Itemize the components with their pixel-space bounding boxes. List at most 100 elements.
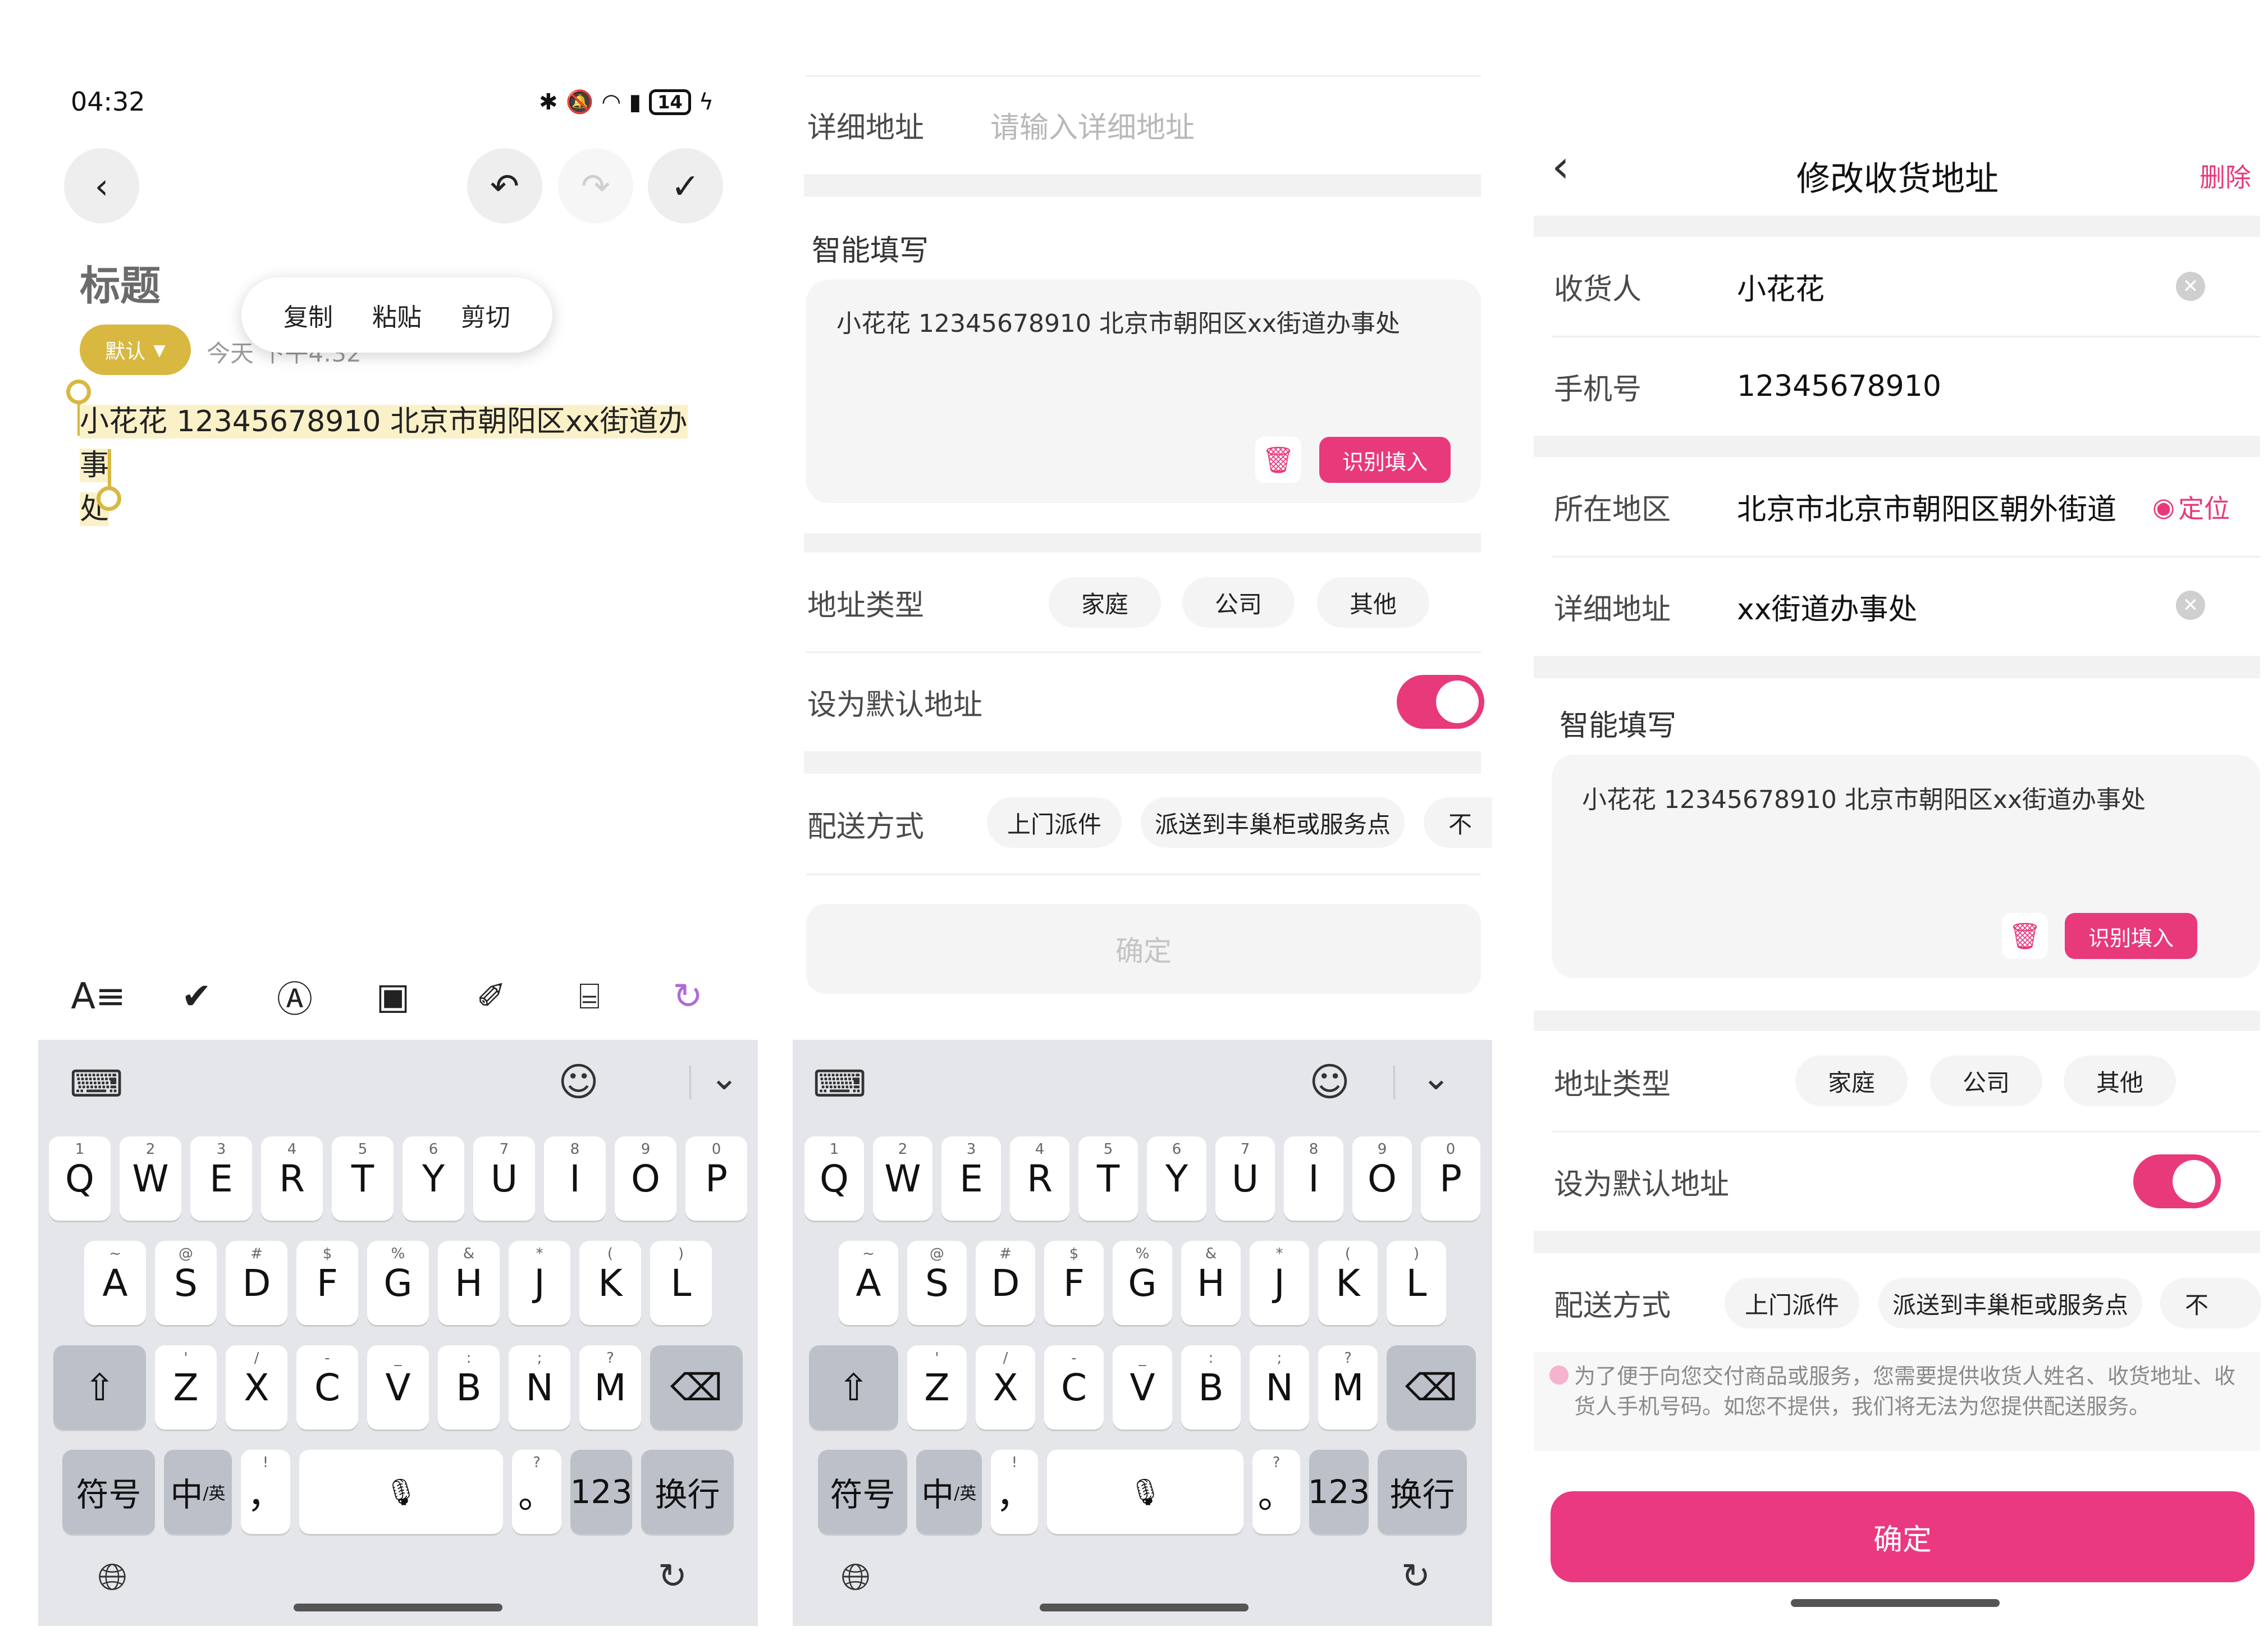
key-g[interactable]: % G bbox=[1113, 1241, 1172, 1325]
key-a[interactable]: ~ A bbox=[839, 1241, 898, 1325]
comma-key[interactable]: !， bbox=[990, 1450, 1039, 1534]
smart-fill-box[interactable]: 小花花 12345678910 北京市朝阳区xx街道办事处 🗑︎ 识别填入 bbox=[806, 280, 1481, 503]
undo-button[interactable]: ↶ bbox=[467, 148, 542, 223]
key-y[interactable]: 6Y bbox=[403, 1136, 464, 1221]
confirm-button[interactable]: 确定 bbox=[1551, 1491, 2255, 1582]
back-button[interactable]: ‹ bbox=[64, 148, 139, 223]
key-s[interactable]: @ S bbox=[155, 1241, 217, 1325]
confirm-button-disabled[interactable]: 确定 bbox=[806, 904, 1481, 994]
delivery-other[interactable]: 不 bbox=[1424, 797, 1492, 848]
smart-fill-box[interactable]: 小花花 12345678910 北京市朝阳区xx街道办事处 🗑︎ 识别填入 bbox=[1552, 755, 2260, 978]
address-type-company[interactable]: 公司 bbox=[1930, 1056, 2042, 1106]
key-a[interactable]: ~ A bbox=[84, 1241, 146, 1325]
backspace-key[interactable]: ⌫ bbox=[650, 1345, 743, 1430]
key-f[interactable]: $ F bbox=[1044, 1241, 1104, 1325]
category-tag[interactable]: 默认 ▼ bbox=[80, 325, 191, 375]
handwriting-icon[interactable]: Ⓐ bbox=[269, 971, 320, 1022]
enter-key[interactable]: 换行 bbox=[641, 1450, 734, 1534]
key-u[interactable]: 7U bbox=[473, 1136, 535, 1221]
delivery-door[interactable]: 上门派件 bbox=[1725, 1278, 1859, 1328]
key-d[interactable]: # D bbox=[226, 1241, 287, 1325]
period-key[interactable]: ?。 bbox=[1252, 1450, 1300, 1534]
key-h[interactable]: & H bbox=[1181, 1241, 1241, 1325]
key-w[interactable]: 2W bbox=[873, 1136, 932, 1221]
key-d[interactable]: # D bbox=[976, 1241, 1035, 1325]
key-c[interactable]: -C bbox=[296, 1345, 358, 1430]
key-o[interactable]: 9O bbox=[1352, 1136, 1412, 1221]
key-v[interactable]: _ V bbox=[1113, 1345, 1172, 1430]
delivery-door[interactable]: 上门派件 bbox=[987, 797, 1122, 848]
address-type-other[interactable]: 其他 bbox=[1317, 577, 1429, 628]
numbers-key[interactable]: 123 bbox=[1308, 1450, 1370, 1534]
key-k[interactable]: (K bbox=[579, 1241, 641, 1325]
key-k[interactable]: (K bbox=[1318, 1241, 1378, 1325]
redo-button[interactable]: ↷ bbox=[558, 148, 633, 223]
clear-receiver-button[interactable]: ✕ bbox=[2176, 272, 2205, 301]
symbols-key[interactable]: 符号 bbox=[62, 1450, 155, 1534]
key-l[interactable]: ) L bbox=[1387, 1241, 1446, 1325]
locate-button[interactable]: ◉ 定位 bbox=[2152, 488, 2230, 526]
emoji-icon[interactable]: ☺ bbox=[1309, 1059, 1350, 1105]
key-j[interactable]: * J bbox=[1250, 1241, 1309, 1325]
collapse-keyboard-icon[interactable]: ⌄ bbox=[710, 1057, 739, 1098]
delivery-other[interactable]: 不 bbox=[2160, 1278, 2261, 1328]
delete-button[interactable]: 删除 bbox=[2200, 157, 2251, 194]
key-f[interactable]: $ F bbox=[296, 1241, 358, 1325]
key-q[interactable]: 1Q bbox=[49, 1136, 111, 1221]
default-address-toggle[interactable] bbox=[2133, 1154, 2221, 1208]
note-title[interactable]: 标题 bbox=[80, 253, 161, 312]
key-b[interactable]: :B bbox=[1181, 1345, 1241, 1430]
key-z[interactable]: ' Z bbox=[155, 1345, 217, 1430]
key-m[interactable]: ? M bbox=[579, 1345, 641, 1430]
key-c[interactable]: -C bbox=[1044, 1345, 1104, 1430]
key-z[interactable]: ' Z bbox=[907, 1345, 967, 1430]
key-t[interactable]: 5T bbox=[332, 1136, 394, 1221]
address-type-home[interactable]: 家庭 bbox=[1795, 1056, 1908, 1106]
key-o[interactable]: 9O bbox=[615, 1136, 676, 1221]
image-icon[interactable]: ▣ bbox=[368, 971, 418, 1022]
key-i[interactable]: 8I bbox=[1284, 1136, 1343, 1221]
ai-keyboard-icon[interactable]: ↻ bbox=[1401, 1555, 1430, 1596]
key-u[interactable]: 7U bbox=[1215, 1136, 1275, 1221]
detail-address-input[interactable]: xx街道办事处 bbox=[1737, 586, 1918, 628]
keyboard-settings-icon[interactable]: ⌨ bbox=[813, 1062, 866, 1106]
comma-key[interactable]: !， bbox=[241, 1450, 290, 1534]
key-w[interactable]: 2W bbox=[120, 1136, 181, 1221]
key-e[interactable]: 3E bbox=[941, 1136, 1001, 1221]
period-key[interactable]: ?。 bbox=[512, 1450, 561, 1534]
key-p[interactable]: 0P bbox=[685, 1136, 747, 1221]
key-b[interactable]: :B bbox=[438, 1345, 500, 1430]
checklist-icon[interactable]: ✔︎ bbox=[171, 971, 222, 1022]
key-g[interactable]: % G bbox=[367, 1241, 429, 1325]
key-e[interactable]: 3E bbox=[190, 1136, 252, 1221]
ai-keyboard-icon[interactable]: ↻ bbox=[658, 1555, 687, 1596]
backspace-key[interactable]: ⌫ bbox=[1387, 1345, 1476, 1430]
numbers-key[interactable]: 123 bbox=[570, 1450, 632, 1534]
language-switch-key[interactable]: 中/英 bbox=[916, 1450, 982, 1534]
key-n[interactable]: ; N bbox=[1250, 1345, 1309, 1430]
clear-smart-fill-button[interactable]: 🗑︎ bbox=[1255, 437, 1301, 483]
clear-smart-fill-button[interactable]: 🗑︎ bbox=[2002, 913, 2048, 959]
symbols-key[interactable]: 符号 bbox=[818, 1450, 907, 1534]
key-y[interactable]: 6Y bbox=[1147, 1136, 1206, 1221]
emoji-icon[interactable]: ☺ bbox=[558, 1059, 599, 1105]
key-t[interactable]: 5T bbox=[1078, 1136, 1138, 1221]
recognize-fill-button[interactable]: 识别填入 bbox=[1319, 437, 1451, 483]
address-type-company[interactable]: 公司 bbox=[1182, 577, 1295, 628]
region-select[interactable]: 北京市北京市朝阳区朝外街道 bbox=[1737, 486, 2116, 528]
space-key[interactable]: 🎙︎ bbox=[299, 1450, 503, 1534]
language-switch-key[interactable]: 中/英 bbox=[164, 1450, 232, 1534]
key-i[interactable]: 8I bbox=[544, 1136, 606, 1221]
enter-key[interactable]: 换行 bbox=[1377, 1450, 1467, 1534]
text-format-icon[interactable]: A≡ bbox=[71, 971, 125, 1022]
keyboard-settings-icon[interactable]: ⌨ bbox=[70, 1062, 123, 1106]
space-key[interactable]: 🎙︎ bbox=[1047, 1450, 1244, 1534]
copy-menu-item[interactable]: 复制 bbox=[284, 297, 333, 333]
ai-assistant-icon[interactable]: ↻ bbox=[662, 971, 713, 1022]
key-h[interactable]: & H bbox=[438, 1241, 500, 1325]
globe-icon[interactable]: 🌐︎ bbox=[98, 1555, 127, 1600]
key-r[interactable]: 4R bbox=[261, 1136, 323, 1221]
key-l[interactable]: ) L bbox=[650, 1241, 712, 1325]
delivery-locker[interactable]: 派送到丰巢柜或服务点 bbox=[1141, 797, 1405, 848]
shift-key[interactable]: ⇧ bbox=[53, 1345, 146, 1430]
